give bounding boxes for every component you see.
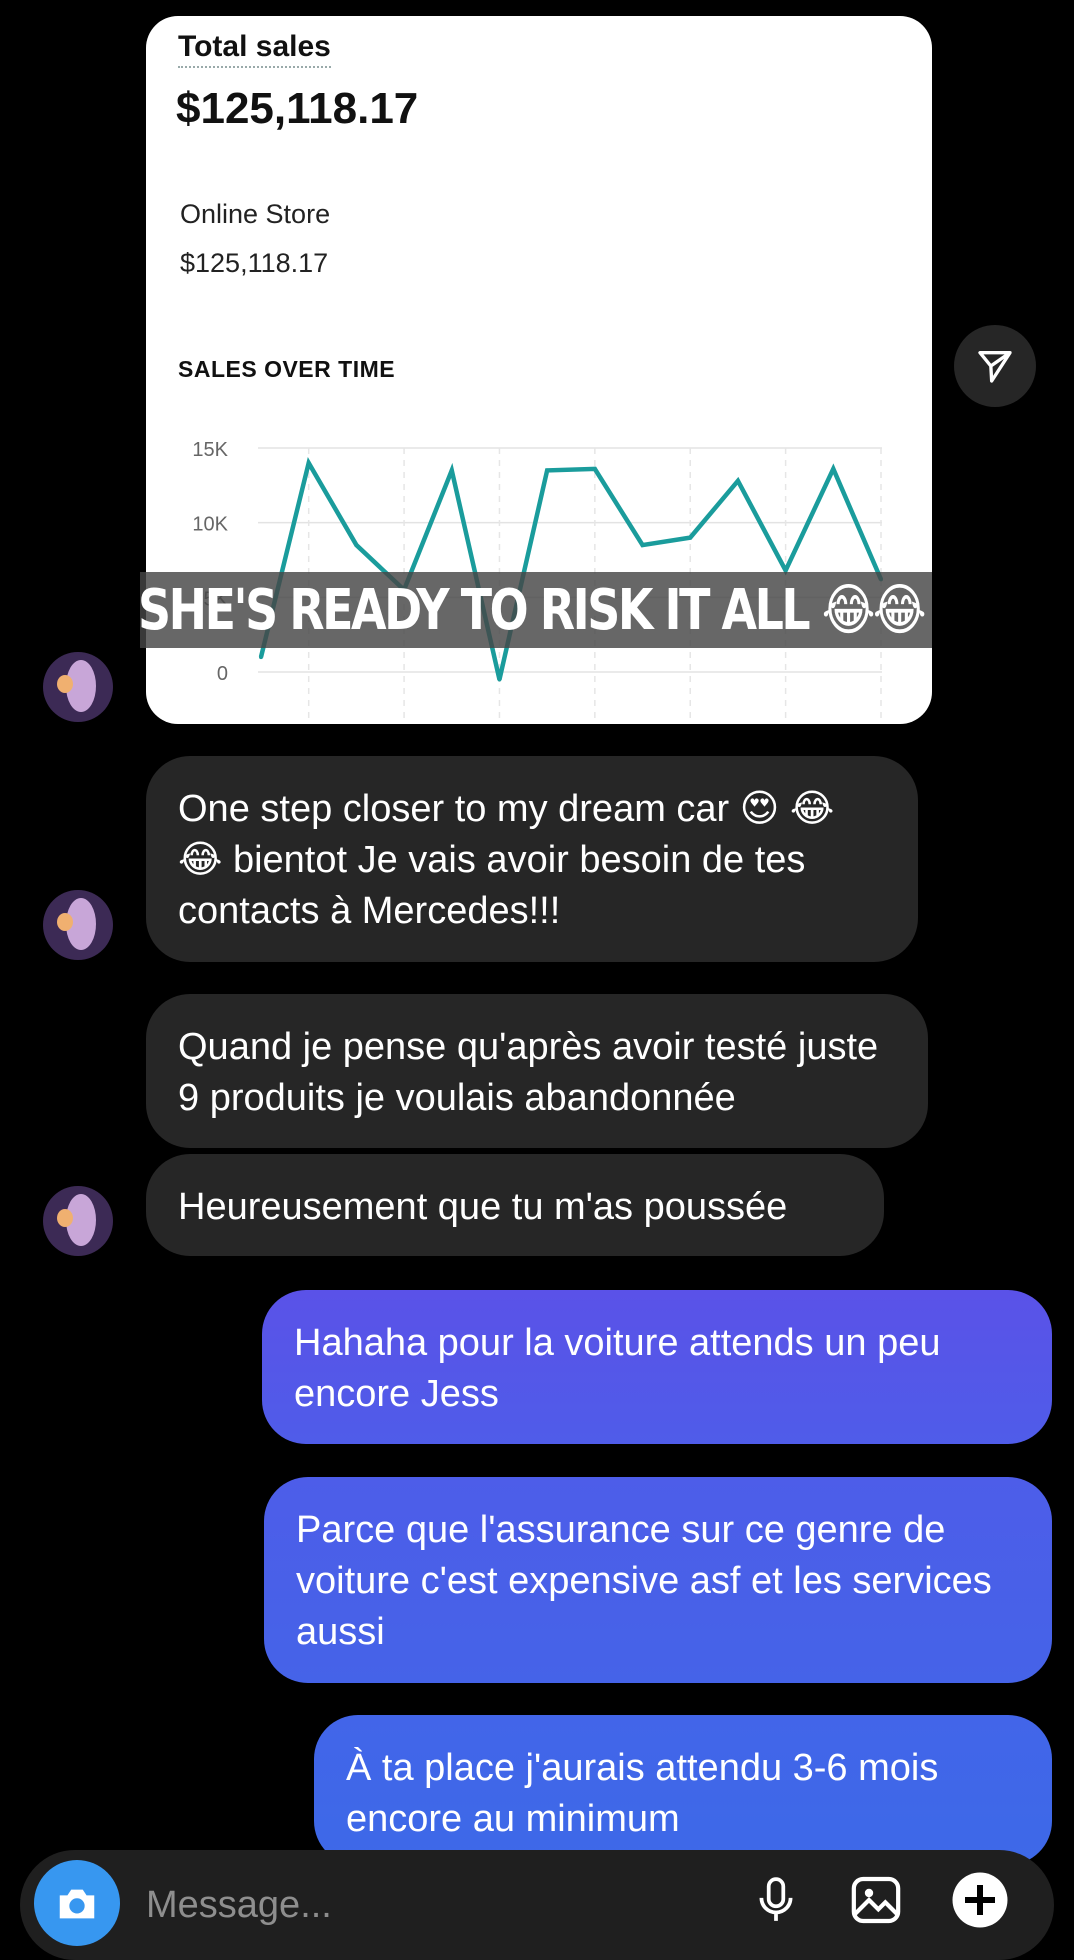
- data-point: [545, 468, 550, 473]
- data-point: [306, 460, 311, 465]
- send-icon: [978, 351, 1012, 383]
- sales-line-chart: 15K10K5K0: [192, 439, 884, 724]
- camera-icon: [59, 1889, 95, 1919]
- microphone-button[interactable]: [744, 1868, 808, 1932]
- story-text-sticker: SHE'S READY TO RISK IT ALL 😂😂: [138, 572, 932, 648]
- add-icon: [952, 1872, 1008, 1928]
- data-point: [354, 543, 359, 548]
- gallery-button[interactable]: [844, 1868, 908, 1932]
- data-point: [735, 478, 740, 483]
- message-bubble-received[interactable]: One step closer to my dream car 😍 😂 😂 bi…: [146, 756, 918, 962]
- avatar-image: [43, 652, 113, 722]
- message-bubble-received[interactable]: Quand je pense qu'après avoir testé just…: [146, 994, 928, 1148]
- online-store-value: $125,118.17: [180, 248, 329, 278]
- message-input[interactable]: [146, 1880, 706, 1930]
- total-sales-value: $125,118.17: [176, 84, 419, 133]
- message-bubble-received[interactable]: Heureusement que tu m'as poussée: [146, 1154, 884, 1256]
- avatar[interactable]: [43, 652, 113, 722]
- data-point: [497, 677, 502, 682]
- y-tick-label: 10K: [192, 514, 228, 536]
- microphone-icon: [759, 1877, 793, 1921]
- message-bubble-sent[interactable]: Hahaha pour la voiture attends un peu en…: [262, 1290, 1052, 1444]
- camera-button[interactable]: [34, 1860, 120, 1946]
- message-bubble-sent[interactable]: Parce que l'assurance sur ce genre de vo…: [264, 1477, 1052, 1683]
- y-tick-label: 0: [217, 663, 228, 685]
- avatar[interactable]: [43, 890, 113, 960]
- total-sales-label: Total sales: [178, 30, 331, 68]
- data-point: [640, 543, 645, 548]
- avatar[interactable]: [43, 1186, 113, 1256]
- message-bubble-sent[interactable]: À ta place j'aurais attendu 3-6 mois enc…: [314, 1715, 1052, 1865]
- data-point: [259, 655, 263, 660]
- data-point: [449, 468, 454, 473]
- y-tick-label: 15K: [192, 439, 228, 461]
- data-point: [592, 466, 597, 471]
- add-button[interactable]: [948, 1868, 1012, 1932]
- sticker-text: SHE'S READY TO RISK IT ALL 😂😂: [138, 577, 927, 643]
- share-button[interactable]: [954, 325, 1036, 407]
- data-point: [831, 466, 836, 471]
- chart-title: SALES OVER TIME: [178, 356, 396, 382]
- avatar-image: [43, 1186, 113, 1256]
- online-store-label: Online Store: [180, 199, 331, 229]
- data-point: [688, 535, 693, 540]
- avatar-image: [43, 890, 113, 960]
